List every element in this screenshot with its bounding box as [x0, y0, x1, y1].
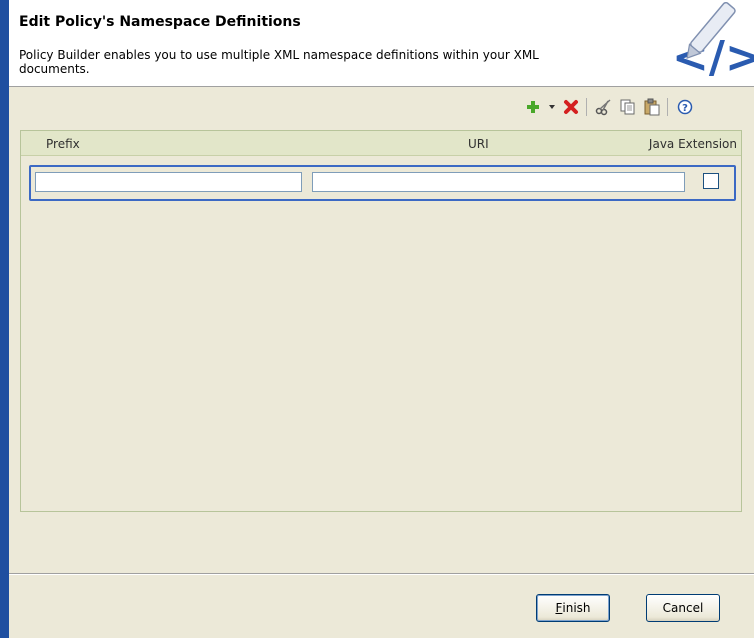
add-icon — [527, 101, 539, 113]
dialog-title: Edit Policy's Namespace Definitions — [19, 14, 301, 30]
toolbar-separator — [667, 98, 668, 116]
namespace-table: Prefix URI Java Extension — [20, 130, 742, 512]
table-toolbar: ? — [520, 96, 696, 118]
java-extension-checkbox[interactable] — [703, 173, 719, 189]
dialog-header: Edit Policy's Namespace Definitions Poli… — [9, 0, 754, 87]
cancel-button[interactable]: Cancel — [646, 594, 720, 622]
finish-mnemonic: F — [555, 601, 563, 615]
help-button[interactable]: ? — [674, 96, 696, 118]
dialog-window: Edit Policy's Namespace Definitions Poli… — [0, 0, 754, 638]
window-left-edge — [0, 0, 9, 638]
column-header-prefix[interactable]: Prefix — [46, 137, 80, 151]
table-row — [29, 165, 736, 201]
finish-label-rest: inish — [562, 601, 591, 615]
cut-button[interactable] — [593, 96, 615, 118]
column-header-uri[interactable]: URI — [468, 137, 489, 151]
paste-button[interactable] — [641, 96, 663, 118]
copy-icon — [620, 99, 635, 115]
footer-divider-highlight — [9, 574, 754, 575]
table-header: Prefix URI Java Extension — [21, 131, 741, 156]
delete-icon — [564, 100, 578, 114]
cut-icon — [595, 99, 611, 116]
dialog-description: Policy Builder enables you to use multip… — [19, 48, 539, 76]
copy-button[interactable] — [617, 96, 639, 118]
svg-text:</>: </> — [672, 32, 754, 82]
svg-text:?: ? — [682, 103, 688, 114]
toolbar-separator — [586, 98, 587, 116]
paste-icon — [644, 98, 660, 116]
dropdown-arrow-icon — [549, 105, 555, 109]
uri-input[interactable] — [312, 172, 685, 192]
delete-button[interactable] — [560, 96, 582, 118]
finish-button[interactable]: Finish — [536, 594, 610, 622]
add-button[interactable] — [522, 96, 544, 118]
xml-pencil-icon: </> — [672, 2, 754, 82]
prefix-input[interactable] — [35, 172, 302, 192]
help-icon: ? — [677, 99, 693, 115]
add-dropdown-button[interactable] — [546, 96, 558, 118]
column-header-java-extension[interactable]: Java Extension — [649, 137, 737, 151]
